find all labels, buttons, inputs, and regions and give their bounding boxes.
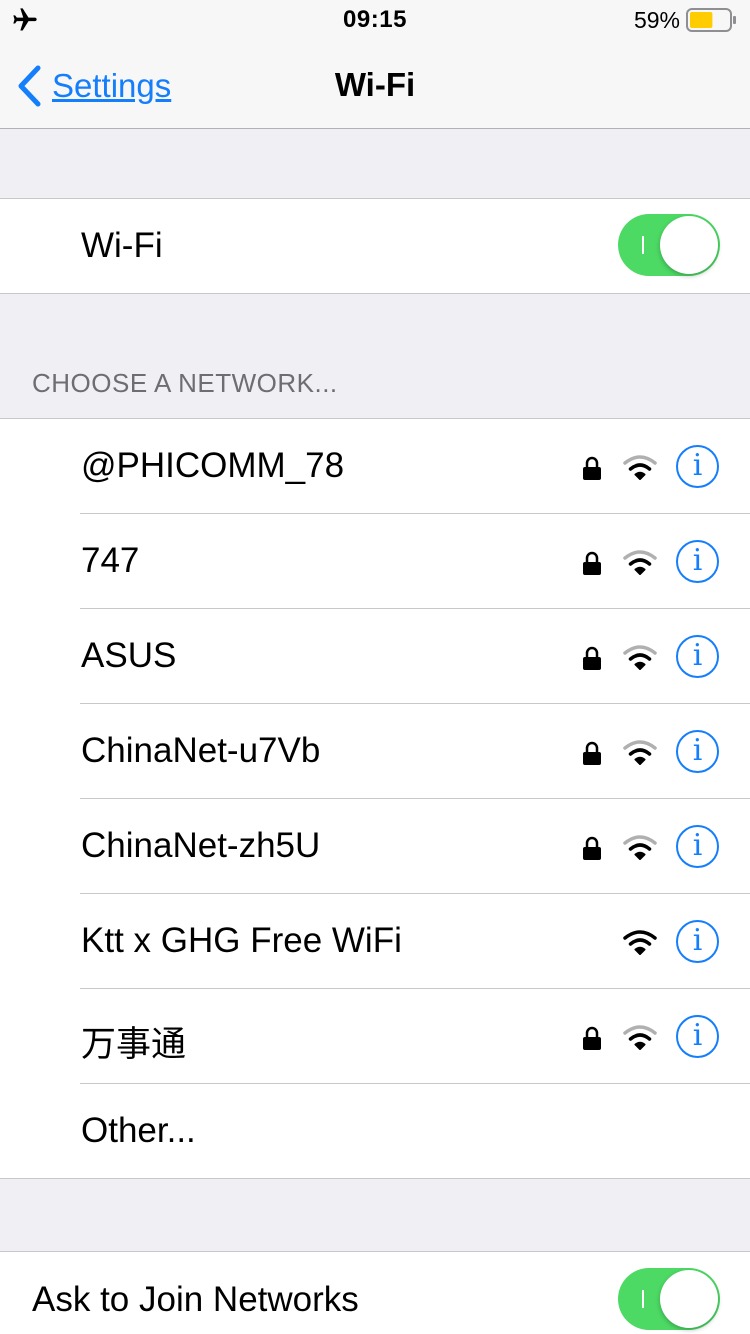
network-row[interactable]: Ktt x GHG Free WiFi i bbox=[0, 894, 750, 989]
wifi-signal-icon bbox=[623, 1025, 657, 1050]
lock-icon bbox=[583, 836, 601, 860]
lock-icon bbox=[583, 646, 601, 670]
wifi-switch[interactable] bbox=[618, 214, 720, 276]
network-name: ASUS bbox=[81, 636, 177, 675]
network-name: ChinaNet-u7Vb bbox=[81, 731, 321, 770]
network-row[interactable]: ChinaNet-u7Vb i bbox=[0, 704, 750, 799]
network-name: @PHICOMM_78 bbox=[81, 446, 345, 485]
other-network-label: Other... bbox=[81, 1111, 196, 1150]
wifi-toggle-group: Wi-Fi bbox=[0, 198, 750, 294]
network-name: 万事通 bbox=[81, 1025, 187, 1064]
navigation-bar: Settings Wi-Fi bbox=[0, 40, 750, 129]
battery-icon bbox=[686, 8, 736, 32]
network-name: 747 bbox=[81, 541, 140, 580]
lock-icon bbox=[583, 551, 601, 575]
ask-to-join-label: Ask to Join Networks bbox=[32, 1280, 359, 1319]
info-button[interactable]: i bbox=[676, 920, 719, 963]
status-bar: 09:15 59% bbox=[0, 0, 750, 40]
switch-knob bbox=[660, 216, 718, 274]
info-button[interactable]: i bbox=[676, 1015, 719, 1058]
ask-to-join-group: Ask to Join Networks bbox=[0, 1251, 750, 1334]
info-button[interactable]: i bbox=[676, 445, 719, 488]
wifi-toggle-row: Wi-Fi bbox=[0, 199, 750, 294]
switch-knob bbox=[660, 1270, 718, 1328]
wifi-signal-icon bbox=[623, 740, 657, 765]
info-button[interactable]: i bbox=[676, 730, 719, 773]
section-header-choose-network: CHOOSE A NETWORK... bbox=[32, 368, 338, 398]
other-network-row[interactable]: Other... bbox=[0, 1084, 750, 1179]
info-button[interactable]: i bbox=[676, 825, 719, 868]
lock-icon bbox=[583, 456, 601, 480]
wifi-signal-icon bbox=[623, 835, 657, 860]
lock-icon bbox=[583, 741, 601, 765]
network-row[interactable]: @PHICOMM_78 i bbox=[0, 419, 750, 514]
switch-on-indicator bbox=[642, 236, 644, 254]
switch-on-indicator bbox=[642, 1290, 644, 1308]
ask-to-join-row: Ask to Join Networks bbox=[0, 1252, 750, 1334]
info-button[interactable]: i bbox=[676, 635, 719, 678]
network-row[interactable]: ChinaNet-zh5U i bbox=[0, 799, 750, 894]
network-row[interactable]: 747 i bbox=[0, 514, 750, 609]
info-button[interactable]: i bbox=[676, 540, 719, 583]
network-row[interactable]: 万事通 i bbox=[0, 989, 750, 1084]
network-list: @PHICOMM_78 i 747 i ASUS i ChinaNet-u7Vb… bbox=[0, 418, 750, 1179]
network-name: ChinaNet-zh5U bbox=[81, 826, 321, 865]
wifi-signal-icon bbox=[623, 550, 657, 575]
wifi-signal-icon bbox=[623, 645, 657, 670]
wifi-signal-icon bbox=[623, 455, 657, 480]
battery-percent: 59% bbox=[633, 7, 680, 33]
page-title: Wi-Fi bbox=[334, 66, 416, 103]
battery-fill bbox=[690, 12, 713, 28]
network-name: Ktt x GHG Free WiFi bbox=[81, 921, 402, 960]
wifi-signal-icon bbox=[623, 930, 657, 955]
wifi-label: Wi-Fi bbox=[81, 226, 163, 265]
ask-to-join-switch[interactable] bbox=[618, 1268, 720, 1330]
lock-icon bbox=[583, 1026, 601, 1050]
network-row[interactable]: ASUS i bbox=[0, 609, 750, 704]
